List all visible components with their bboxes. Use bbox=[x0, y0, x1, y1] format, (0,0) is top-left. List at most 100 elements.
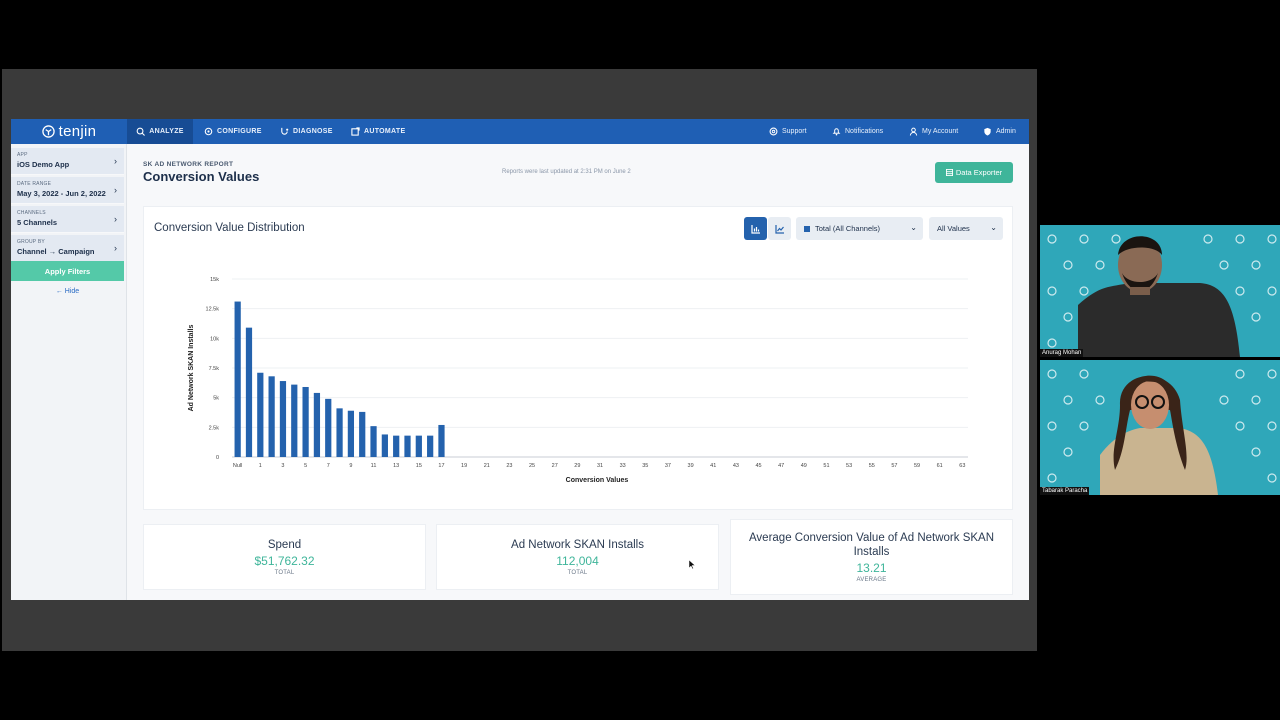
filter-channels[interactable]: CHANNELS 5 Channels › bbox=[11, 206, 124, 233]
nav-support[interactable]: Support bbox=[769, 119, 807, 144]
nav-admin-label: Admin bbox=[996, 128, 1016, 135]
x-tick-label: 53 bbox=[846, 463, 852, 469]
configure-icon bbox=[204, 127, 213, 136]
screen: tenjin ANALYZE CONFIGURE DIAGNOSE AUTOMA… bbox=[0, 0, 1280, 720]
x-tick-label: 45 bbox=[755, 463, 761, 469]
x-tick-label: 13 bbox=[393, 463, 399, 469]
chevron-right-icon: › bbox=[114, 214, 117, 224]
avg-conversion-sublabel: AVERAGE bbox=[856, 577, 887, 583]
bar-14 bbox=[404, 435, 411, 457]
apply-filters-button[interactable]: Apply Filters bbox=[11, 261, 124, 281]
last-updated-text: Reports were last updated at 2:31 PM on … bbox=[502, 169, 631, 175]
x-tick-label: 21 bbox=[484, 463, 490, 469]
installs-value: 112,004 bbox=[556, 554, 599, 568]
filter-group-by-value: Channel → Campaign bbox=[17, 247, 95, 256]
top-navigation: tenjin ANALYZE CONFIGURE DIAGNOSE AUTOMA… bbox=[11, 119, 1029, 144]
x-tick-label: 25 bbox=[529, 463, 535, 469]
nav-my-account[interactable]: My Account bbox=[909, 119, 958, 144]
x-tick-label: 57 bbox=[891, 463, 897, 469]
bar-12 bbox=[381, 434, 388, 457]
x-tick-label: 23 bbox=[506, 463, 512, 469]
nav-analyze[interactable]: ANALYZE bbox=[127, 119, 193, 144]
automate-icon bbox=[351, 127, 360, 136]
shield-icon bbox=[984, 127, 991, 136]
bar-1 bbox=[257, 372, 264, 457]
tenjin-logo[interactable]: tenjin bbox=[11, 119, 127, 144]
x-tick-label: Null bbox=[233, 463, 242, 469]
avg-conversion-title: Average Conversion Value of Ad Network S… bbox=[748, 532, 995, 558]
bar-2 bbox=[268, 376, 275, 457]
x-axis-label: Conversion Values bbox=[566, 477, 629, 484]
participant-video-2 bbox=[1047, 369, 1277, 495]
y-tick-label: 2.5k bbox=[209, 425, 220, 431]
diagnose-icon bbox=[281, 127, 289, 135]
chevron-right-icon: › bbox=[114, 243, 117, 253]
x-tick-label: 55 bbox=[869, 463, 875, 469]
x-tick-label: 15 bbox=[416, 463, 422, 469]
x-tick-label: 41 bbox=[710, 463, 716, 469]
logo-text: tenjin bbox=[58, 123, 97, 140]
spend-value: $51,762.32 bbox=[254, 554, 315, 568]
bar-0 bbox=[245, 327, 253, 457]
x-tick-label: 51 bbox=[823, 463, 829, 469]
nav-my-account-label: My Account bbox=[922, 128, 959, 135]
y-tick-label: 0 bbox=[216, 455, 219, 461]
installs-title: Ad Network SKAN Installs bbox=[511, 539, 644, 551]
bar-4 bbox=[291, 384, 298, 457]
page-title: Conversion Values bbox=[143, 169, 260, 184]
video-tile-1: Anurag Mohan bbox=[1040, 225, 1280, 357]
filter-channels-label: CHANNELS bbox=[17, 210, 46, 216]
nav-admin[interactable]: Admin bbox=[983, 119, 1016, 144]
mouse-cursor-icon bbox=[689, 560, 695, 569]
x-tick-label: 35 bbox=[642, 463, 648, 469]
filter-date-range-value: May 3, 2022 - Jun 2, 2022 bbox=[17, 189, 106, 198]
filter-app[interactable]: APP iOS Demo App › bbox=[11, 148, 124, 175]
tenjin-logo-icon bbox=[41, 125, 55, 138]
x-tick-label: 19 bbox=[461, 463, 467, 469]
bar-16 bbox=[427, 435, 434, 457]
nav-configure[interactable]: CONFIGURE bbox=[204, 119, 262, 144]
participant-name-2: Tabarak Paracha bbox=[1040, 487, 1090, 495]
nav-automate[interactable]: AUTOMATE bbox=[351, 119, 405, 144]
bar-6 bbox=[313, 392, 321, 457]
avg-conversion-card: Average Conversion Value of Ad Network S… bbox=[730, 519, 1013, 595]
spend-card: Spend $51,762.32 TOTAL bbox=[143, 524, 426, 590]
x-tick-label: 59 bbox=[914, 463, 920, 469]
data-exporter-label: Data Exporter bbox=[955, 168, 1003, 177]
y-tick-label: 7.5k bbox=[209, 366, 220, 372]
hide-sidebar-link[interactable]: ← Hide bbox=[11, 288, 124, 295]
x-tick-label: 9 bbox=[349, 463, 352, 469]
x-tick-label: 27 bbox=[552, 463, 558, 469]
nav-automate-label: AUTOMATE bbox=[364, 128, 406, 135]
x-tick-label: 29 bbox=[574, 463, 580, 469]
video-tile-2: Tabarak Paracha bbox=[1040, 360, 1280, 495]
x-tick-label: 47 bbox=[778, 463, 784, 469]
filter-date-range[interactable]: DATE RANGE May 3, 2022 - Jun 2, 2022 › bbox=[11, 177, 124, 204]
x-tick-label: 43 bbox=[733, 463, 739, 469]
x-tick-label: 49 bbox=[801, 463, 807, 469]
installs-sublabel: TOTAL bbox=[567, 570, 588, 576]
nav-support-label: Support bbox=[782, 128, 807, 135]
bar-chart: 02.5k5k7.5k10k12.5k15kNull 1 3 5 7 9 11 13 15 17 1… bbox=[188, 277, 968, 484]
participant-video-1 bbox=[1047, 234, 1277, 357]
nav-notifications[interactable]: Notifications bbox=[832, 119, 883, 144]
bar-10 bbox=[359, 411, 366, 457]
filter-group-by[interactable]: GROUP BY Channel → Campaign › bbox=[11, 235, 124, 262]
bar-13 bbox=[393, 435, 400, 457]
x-tick-label: 61 bbox=[937, 463, 943, 469]
x-tick-label: 39 bbox=[688, 463, 694, 469]
nav-configure-label: CONFIGURE bbox=[217, 128, 262, 135]
x-tick-label: 1 bbox=[259, 463, 262, 469]
nav-analyze-label: ANALYZE bbox=[149, 128, 184, 135]
chevron-right-icon: › bbox=[114, 156, 117, 166]
bar-15 bbox=[415, 435, 422, 457]
x-tick-label: 33 bbox=[620, 463, 626, 469]
nav-diagnose[interactable]: DIAGNOSE bbox=[280, 119, 333, 144]
support-icon bbox=[769, 127, 778, 136]
x-tick-label: 37 bbox=[665, 463, 671, 469]
bar-11 bbox=[370, 426, 377, 457]
tenjin-app-window: tenjin ANALYZE CONFIGURE DIAGNOSE AUTOMA… bbox=[11, 119, 1029, 600]
data-exporter-button[interactable]: Data Exporter bbox=[935, 162, 1013, 183]
y-axis-label: Ad Network SKAN Installs bbox=[188, 325, 195, 412]
y-tick-label: 12.5k bbox=[206, 307, 220, 313]
